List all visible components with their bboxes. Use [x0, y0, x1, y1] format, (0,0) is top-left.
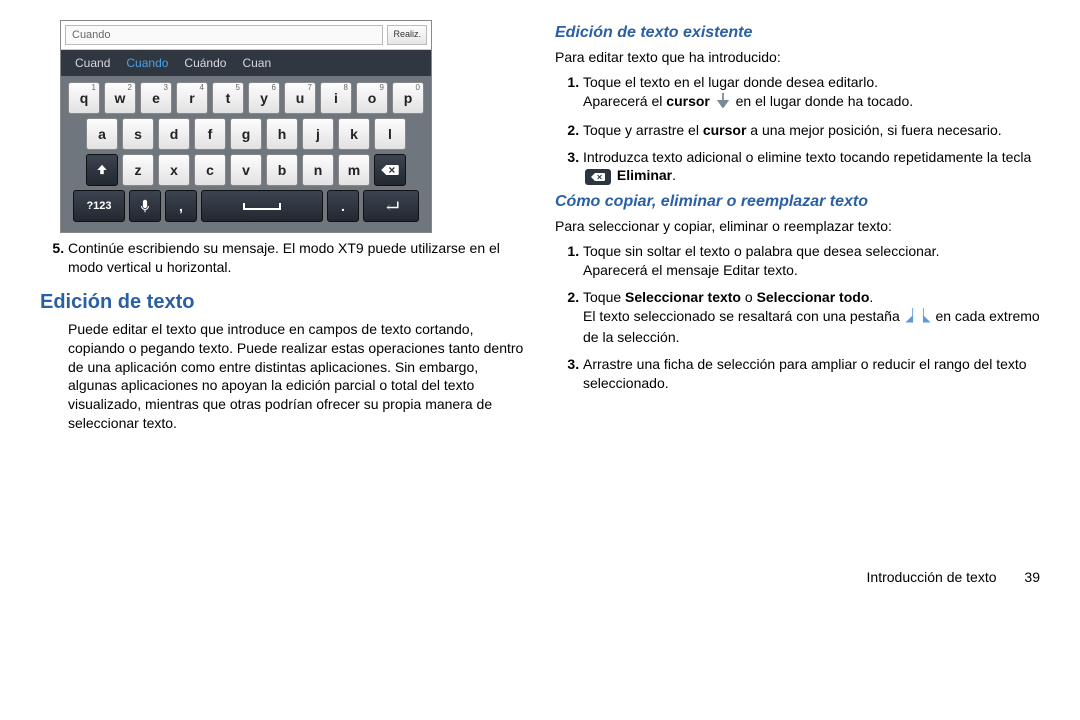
- key-e[interactable]: e3: [140, 82, 172, 114]
- key-a[interactable]: a: [86, 118, 118, 150]
- copiar-step-2: Toque Seleccionar texto o Seleccionar to…: [583, 288, 1040, 347]
- key-k[interactable]: k: [338, 118, 370, 150]
- key-f[interactable]: f: [194, 118, 226, 150]
- period-key[interactable]: .: [327, 190, 359, 222]
- key-s[interactable]: s: [122, 118, 154, 150]
- key-c[interactable]: c: [194, 154, 226, 186]
- mic-key[interactable]: [129, 190, 161, 222]
- key-m[interactable]: m: [338, 154, 370, 186]
- symbols-key[interactable]: ?123: [73, 190, 125, 222]
- page-number: 39: [1024, 569, 1040, 585]
- key-i[interactable]: i8: [320, 82, 352, 114]
- backspace-icon: [585, 169, 611, 185]
- copiar-step-1: Toque sin soltar el texto o palabra que …: [583, 242, 1040, 280]
- key-p[interactable]: p0: [392, 82, 424, 114]
- selection-handle-left-icon: [905, 307, 915, 328]
- intro-copiar: Para seleccionar y copiar, eliminar o re…: [555, 217, 1040, 236]
- kb-sugg-3[interactable]: Cuándo: [184, 56, 226, 70]
- key-o[interactable]: o9: [356, 82, 388, 114]
- existente-step-3: Introduzca texto adicional o elimine tex…: [583, 148, 1040, 186]
- key-n[interactable]: n: [302, 154, 334, 186]
- existente-step-1: Toque el texto en el lugar donde desea e…: [583, 73, 1040, 113]
- key-x[interactable]: x: [158, 154, 190, 186]
- key-d[interactable]: d: [158, 118, 190, 150]
- key-q[interactable]: q1: [68, 82, 100, 114]
- kb-suggestion-bar: Cuand Cuando Cuándo Cuan: [61, 50, 431, 76]
- kb-sugg-4[interactable]: Cuan: [242, 56, 271, 70]
- selection-handle-right-icon: [921, 307, 931, 328]
- kb-sugg-2[interactable]: Cuando: [126, 56, 168, 70]
- backspace-key[interactable]: [374, 154, 406, 186]
- key-r[interactable]: r4: [176, 82, 208, 114]
- key-v[interactable]: v: [230, 154, 262, 186]
- enter-key[interactable]: [363, 190, 419, 222]
- key-j[interactable]: j: [302, 118, 334, 150]
- shift-key[interactable]: [86, 154, 118, 186]
- existente-step-2: Toque y arrastre el cursor a una mejor p…: [583, 121, 1040, 140]
- copiar-step-3: Arrastre una ficha de selección para amp…: [583, 355, 1040, 393]
- intro-existente: Para editar texto que ha introducido:: [555, 48, 1040, 67]
- keyboard-screenshot: Cuando Realiz. Cuand Cuando Cuándo Cuan …: [60, 20, 432, 233]
- cursor-icon: [716, 92, 730, 113]
- comma-key[interactable]: ,: [165, 190, 197, 222]
- key-h[interactable]: h: [266, 118, 298, 150]
- kb-done-button[interactable]: Realiz.: [387, 25, 427, 45]
- page-footer: Introducción de texto 39: [40, 569, 1050, 585]
- kb-sugg-1[interactable]: Cuand: [75, 56, 110, 70]
- key-w[interactable]: w2: [104, 82, 136, 114]
- key-z[interactable]: z: [122, 154, 154, 186]
- heading-edicion-existente: Edición de texto existente: [555, 24, 1040, 42]
- key-t[interactable]: t5: [212, 82, 244, 114]
- heading-edicion: Edición de texto: [40, 291, 525, 314]
- key-g[interactable]: g: [230, 118, 262, 150]
- edicion-paragraph: Puede editar el texto que introduce en c…: [40, 320, 525, 433]
- key-b[interactable]: b: [266, 154, 298, 186]
- kb-text-input[interactable]: Cuando: [65, 25, 383, 45]
- key-u[interactable]: u7: [284, 82, 316, 114]
- key-y[interactable]: y6: [248, 82, 280, 114]
- space-key[interactable]: [201, 190, 323, 222]
- key-l[interactable]: l: [374, 118, 406, 150]
- footer-section: Introducción de texto: [867, 569, 997, 585]
- step-5: Continúe escribiendo su mensaje. El modo…: [68, 239, 525, 277]
- heading-copiar: Cómo copiar, eliminar o reemplazar texto: [555, 193, 1040, 211]
